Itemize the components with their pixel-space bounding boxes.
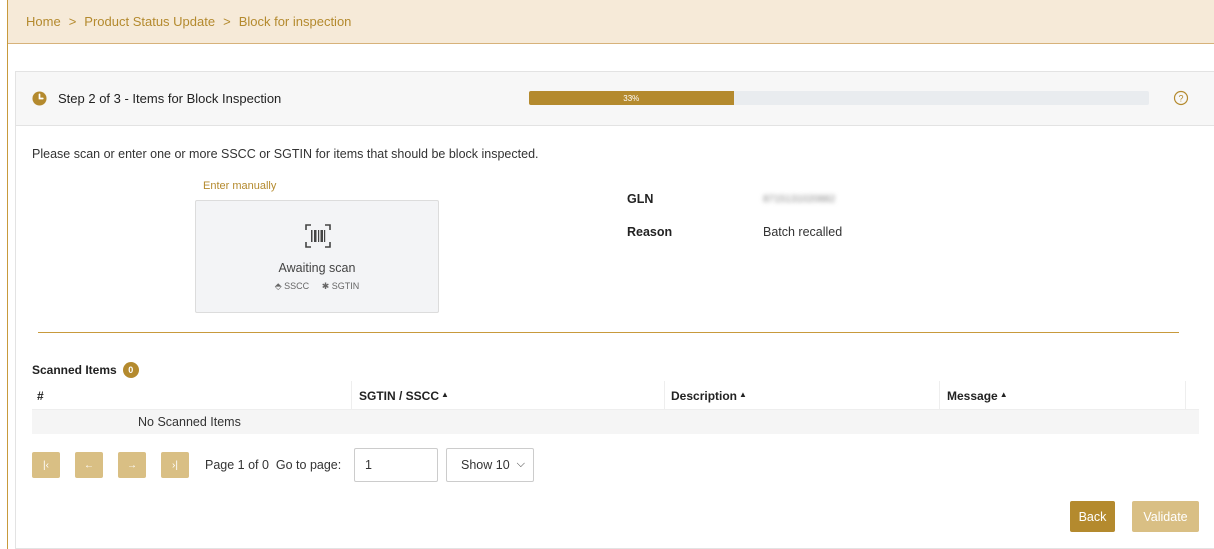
column-description[interactable]: Description ▲ xyxy=(671,389,747,403)
scanned-items-title: Scanned Items xyxy=(32,363,117,377)
next-page-button[interactable]: → xyxy=(118,452,146,478)
asterisk-icon: ✱ xyxy=(321,281,330,291)
column-message[interactable]: Message ▲ xyxy=(947,389,1008,403)
page-left-border xyxy=(7,0,8,549)
progress-bar: 33% xyxy=(529,91,1149,105)
column-separator xyxy=(351,381,352,410)
layers-icon: ⬘ xyxy=(274,281,282,291)
validate-button[interactable]: Validate xyxy=(1132,501,1199,532)
scan-status: Awaiting scan xyxy=(278,261,356,275)
arrow-right-icon: → xyxy=(127,459,137,471)
page-size-value: Show 10 xyxy=(461,458,510,472)
scan-area[interactable]: Awaiting scan ⬘ SSCC ✱ SGTIN xyxy=(195,200,439,313)
breadcrumb-current-page: Block for inspection xyxy=(238,14,352,29)
question-circle-icon[interactable]: ? xyxy=(1173,90,1189,106)
column-separator xyxy=(939,381,940,410)
progress-fill: 33% xyxy=(529,91,734,105)
page-info: Page 1 of 0 Go to page: xyxy=(205,458,342,472)
page-size-select[interactable]: Show 10 ⌵ xyxy=(446,448,534,482)
back-button[interactable]: Back xyxy=(1070,501,1115,532)
reason-label: Reason xyxy=(627,225,673,239)
last-page-button[interactable]: ›| xyxy=(161,452,189,478)
prev-page-button[interactable]: ← xyxy=(75,452,103,478)
barcode-scan-icon xyxy=(305,224,331,248)
chevron-down-icon: ⌵ xyxy=(516,458,525,470)
scan-types: ⬘ SSCC ✱ SGTIN xyxy=(196,281,438,292)
reason-value: Batch recalled xyxy=(763,225,843,239)
instructions-text: Please scan or enter one or more SSCC or… xyxy=(32,147,539,161)
scanned-items-count-badge: 0 xyxy=(122,362,139,378)
sscc-type: ⬘ SSCC xyxy=(274,281,310,291)
table-header: # SGTIN / SSCC ▲ Description ▲ Message ▲ xyxy=(32,381,1199,410)
column-separator xyxy=(1185,381,1186,410)
column-sgtin-sscc[interactable]: SGTIN / SSCC ▲ xyxy=(359,389,449,403)
sort-up-icon: ▲ xyxy=(999,390,1008,399)
sgtin-type: ✱ SGTIN xyxy=(321,281,360,291)
step-header: Step 2 of 3 - Items for Block Inspection… xyxy=(16,72,1214,126)
sort-up-icon: ▲ xyxy=(441,390,449,399)
column-index: # xyxy=(37,389,44,403)
table-empty-row: No Scanned Items xyxy=(32,410,1199,434)
gln-value: 8715131020882 xyxy=(763,194,836,205)
breadcrumb: Home > Product Status Update > Block for… xyxy=(8,0,1214,44)
first-page-icon: |‹ xyxy=(43,459,49,471)
breadcrumb-home[interactable]: Home xyxy=(26,14,61,29)
breadcrumb-separator: > xyxy=(68,14,77,29)
goto-page-input[interactable] xyxy=(354,448,438,482)
arrow-left-icon: ← xyxy=(84,459,94,471)
svg-text:?: ? xyxy=(1178,94,1183,104)
scanned-items-heading: Scanned Items 0 xyxy=(32,362,139,378)
first-page-button[interactable]: |‹ xyxy=(32,452,60,478)
column-separator xyxy=(664,381,665,410)
empty-table-text: No Scanned Items xyxy=(138,415,241,429)
section-divider xyxy=(38,332,1179,333)
last-page-icon: ›| xyxy=(172,459,178,471)
clock-icon xyxy=(32,91,47,106)
gln-label: GLN xyxy=(627,192,654,206)
breadcrumb-separator: > xyxy=(223,14,231,29)
sort-up-icon: ▲ xyxy=(739,390,747,399)
step-title: Step 2 of 3 - Items for Block Inspection xyxy=(58,91,282,106)
enter-manually-link[interactable]: Enter manually xyxy=(203,180,276,192)
wizard-card: Step 2 of 3 - Items for Block Inspection… xyxy=(15,71,1214,549)
breadcrumb-product-status-update[interactable]: Product Status Update xyxy=(84,14,215,29)
